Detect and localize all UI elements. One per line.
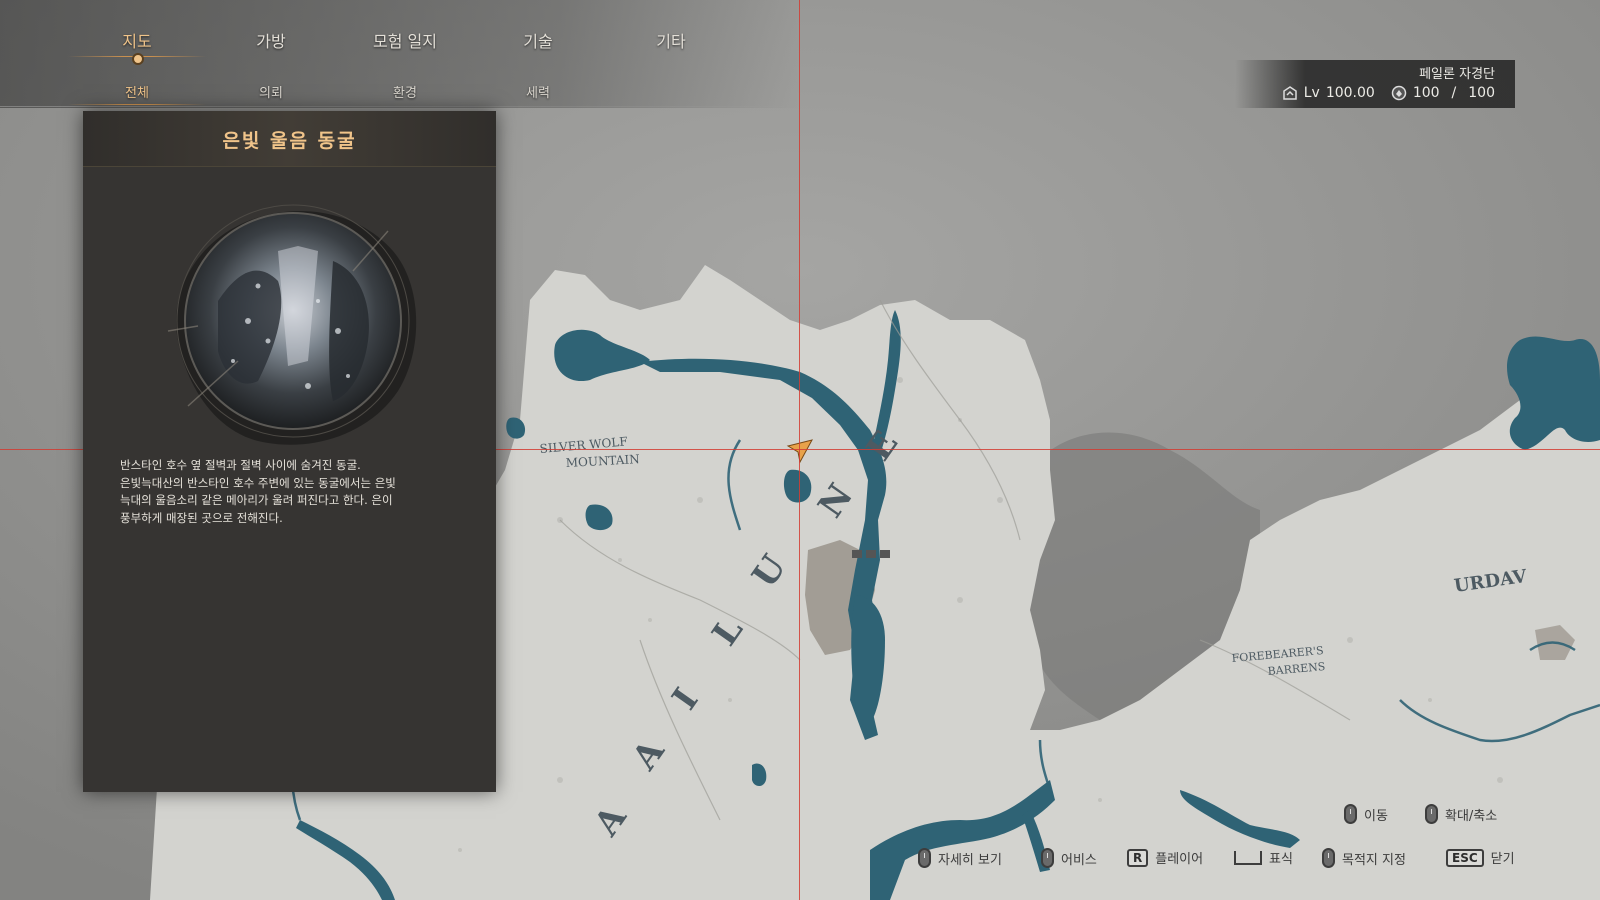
tab-bag[interactable]: 가방 [206,28,336,52]
subtab-all[interactable]: 전체 [72,82,202,101]
town-marker-icon [852,550,890,558]
mouse-icon [1344,804,1357,824]
tab-other[interactable]: 기타 [606,28,736,52]
location-image [167,204,417,445]
tab-journal[interactable]: 모험 일지 [340,28,470,52]
tab-skills[interactable]: 기술 [473,28,603,52]
level-label: Lv [1303,85,1320,101]
crosshair-vertical [799,0,800,900]
mouse-icon [1041,848,1054,868]
hint-zoom-label: 확대/축소 [1445,808,1498,824]
player-info: 페일론 자경단 Lv 100.00 100 / 100 [1235,60,1515,108]
subtab-quests[interactable]: 의뢰 [206,82,336,101]
hint-detail-view-label: 자세히 보기 [938,852,1002,868]
tab-map[interactable]: 지도 [72,28,202,52]
player-stats: Lv 100.00 100 / 100 [1282,85,1495,101]
nav-divider [0,106,800,107]
hint-waypoint-label: 목적지 지정 [1342,852,1406,868]
level-value: 100.00 [1325,85,1375,101]
hint-move: 이동 [1344,804,1388,824]
level-icon [1282,86,1297,100]
subtab-active-underline [68,104,206,105]
stamina-icon [1391,85,1407,101]
location-description: 반스타인 호수 옆 절벽과 절벽 사이에 숨겨진 동굴. 은빛늑대산의 반스타인… [120,458,396,525]
faction-name: 페일론 자경단 [1419,67,1495,82]
stat-separator: / [1451,85,1457,101]
hint-player[interactable]: R 플레이어 [1127,848,1203,867]
spacebar-key-icon [1234,850,1262,865]
hint-player-label: 플레이어 [1155,852,1204,867]
hint-bookmark-label: 어비스 [1061,852,1097,868]
hint-mark[interactable]: 표식 [1234,848,1293,867]
mouse-icon [1322,848,1335,868]
stat-max: 100 [1468,85,1495,101]
tab-active-indicator [132,53,144,65]
hint-bookmark[interactable]: 어비스 [1041,848,1097,868]
hint-move-label: 이동 [1364,808,1388,824]
location-detail-panel: 은빛 울음 동굴 반스타인 호수 옆 절벽과 절벽 사이에 숨겨진 동굴. 은빛… [83,111,496,792]
key-esc: ESC [1446,848,1484,867]
hint-zoom: 확대/축소 [1425,804,1497,824]
top-navigation: 지도 가방 모험 일지 기술 기타 전체 의뢰 환경 세력 [0,0,800,108]
hint-detail-view[interactable]: 자세히 보기 [918,848,1002,868]
stat-current: 100 [1412,85,1440,101]
hint-close[interactable]: ESC 닫기 [1446,848,1515,867]
hint-waypoint[interactable]: 목적지 지정 [1322,848,1406,868]
key-r: R [1127,848,1149,867]
hint-mark-label: 표식 [1269,852,1293,867]
mouse-scroll-icon [1425,804,1438,824]
location-title: 은빛 울음 동굴 [222,130,357,152]
mouse-icon [918,848,931,868]
subtab-factions[interactable]: 세력 [473,82,603,101]
subtab-environment[interactable]: 환경 [340,82,470,101]
hint-close-label: 닫기 [1490,852,1515,867]
detail-title-bar: 은빛 울음 동굴 [83,111,496,167]
